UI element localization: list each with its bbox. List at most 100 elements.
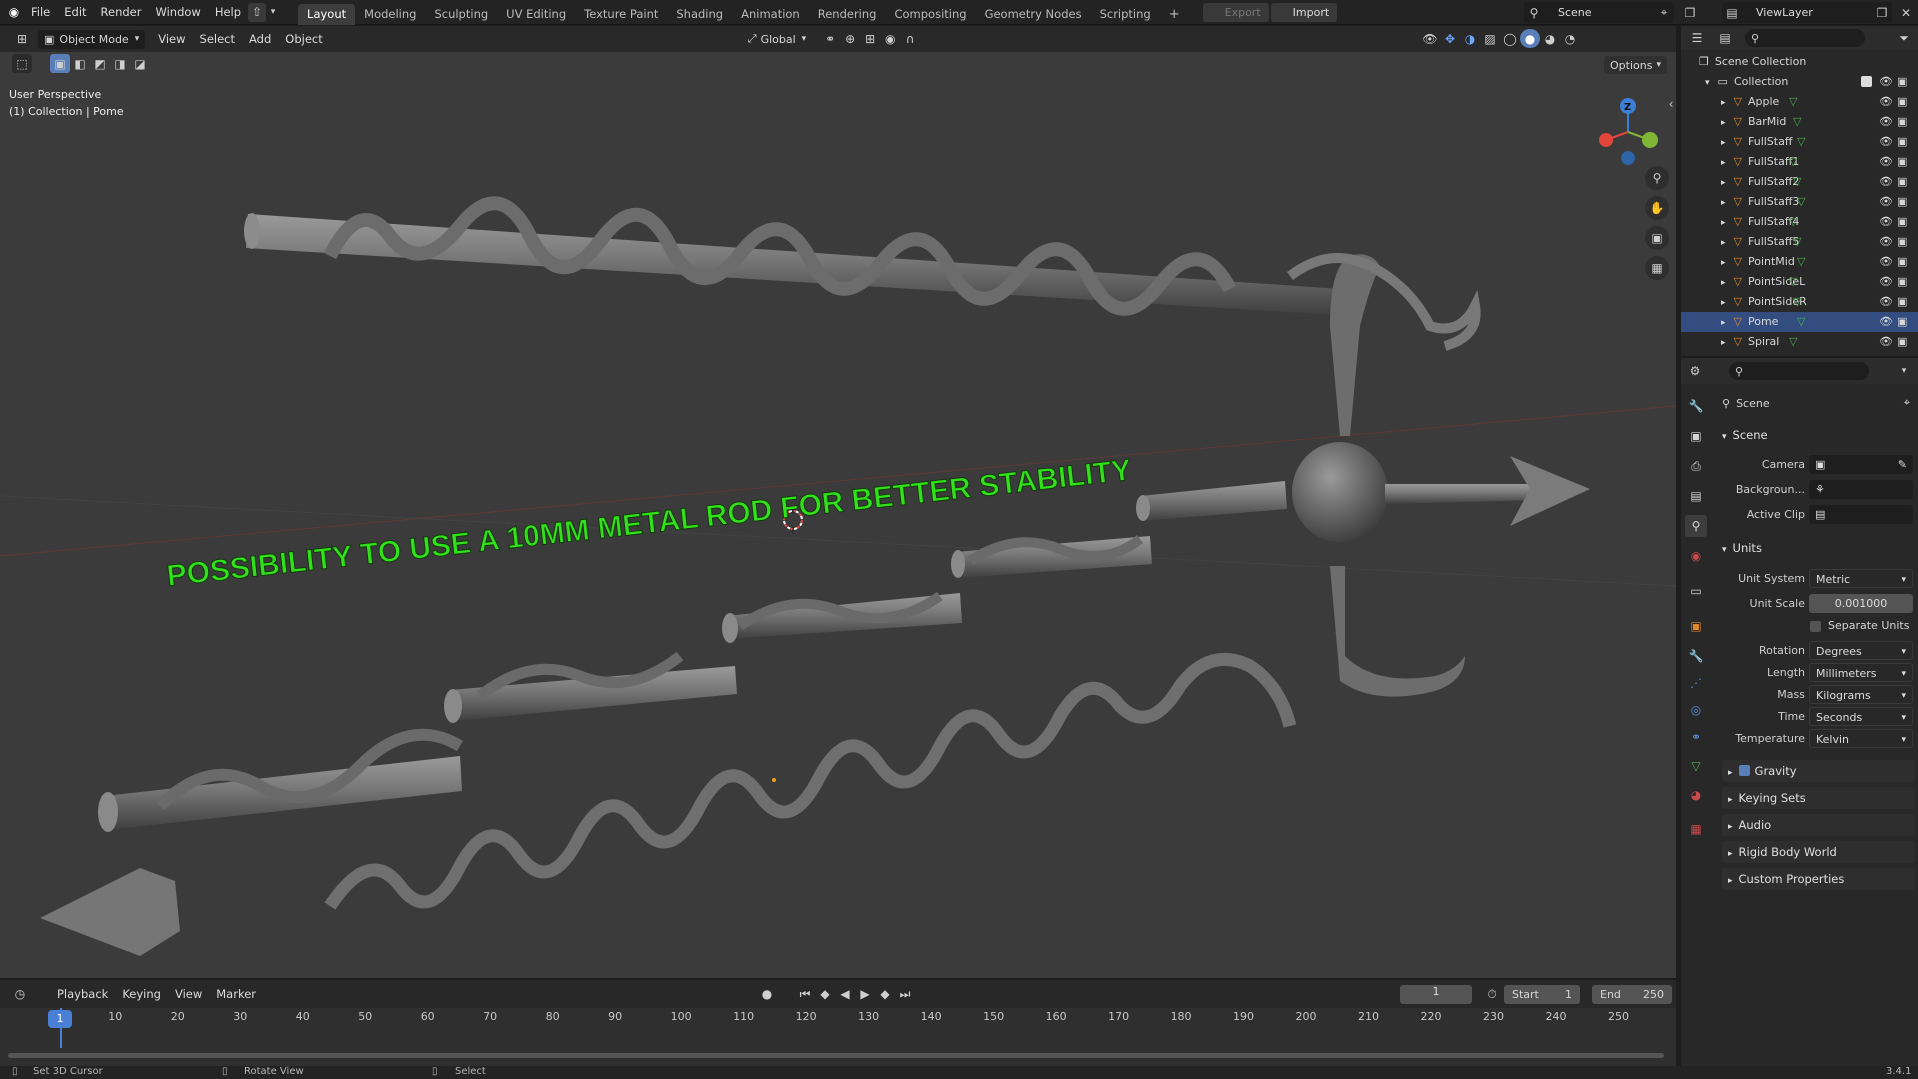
tab-modeling[interactable]: Modeling bbox=[355, 4, 425, 25]
outliner-item-fullstaff2[interactable]: ▸ ▽ FullStaff2 ▽ 👁 ▣ bbox=[1681, 172, 1918, 192]
expand-icon[interactable]: ▸ bbox=[1721, 198, 1726, 208]
solid-shading-icon[interactable]: ● bbox=[1520, 29, 1540, 48]
separate-units-checkbox[interactable] bbox=[1810, 621, 1821, 632]
close-viewlayer-icon[interactable]: ✕ bbox=[1896, 3, 1916, 22]
menu-help[interactable]: Help bbox=[208, 0, 248, 25]
viewport-menu-select[interactable]: Select bbox=[193, 27, 242, 52]
eye-icon[interactable]: 👁 bbox=[1879, 112, 1893, 132]
gravity-checkbox[interactable] bbox=[1738, 765, 1750, 776]
pin-icon[interactable]: ⌖ bbox=[1904, 396, 1910, 410]
snap-target-icon[interactable]: ⊞ bbox=[860, 30, 880, 49]
texture-tab-icon[interactable]: ▦ bbox=[1685, 818, 1707, 840]
expand-icon[interactable]: ▸ bbox=[1721, 338, 1726, 348]
rigid-body-world-section-header[interactable]: ▸ Rigid Body World bbox=[1722, 841, 1915, 863]
falloff-icon[interactable]: ∩ bbox=[900, 30, 920, 49]
timeline-menu-keying[interactable]: Keying bbox=[115, 982, 168, 1007]
display-mode-icon[interactable]: ▤ bbox=[1715, 29, 1735, 48]
tab-rendering[interactable]: Rendering bbox=[809, 4, 886, 25]
eyedropper-icon[interactable]: ✎ bbox=[1898, 455, 1907, 475]
mesh-data-icon[interactable]: ▽ bbox=[1789, 92, 1797, 112]
pin-icon[interactable]: ⌖ bbox=[1654, 3, 1674, 22]
camera-icon[interactable]: ▣ bbox=[1897, 312, 1907, 332]
timeline-editor-icon[interactable]: ◷ bbox=[10, 985, 30, 1004]
camera-icon[interactable]: ▣ bbox=[1897, 152, 1907, 172]
overlay-toggle-icon[interactable]: ◑ bbox=[1460, 29, 1480, 48]
units-section-header[interactable]: ▾ Units bbox=[1722, 537, 1915, 559]
playhead-frame-badge[interactable]: 1 bbox=[48, 1010, 72, 1028]
rendered-shading-icon[interactable]: ◔ bbox=[1560, 29, 1580, 48]
mesh-data-icon[interactable]: ▽ bbox=[1793, 172, 1801, 192]
mesh-data-icon[interactable]: ▽ bbox=[1789, 212, 1797, 232]
point-mesh[interactable] bbox=[40, 868, 180, 956]
properties-editor-icon[interactable]: ⚙ bbox=[1685, 362, 1705, 381]
rotation-select[interactable]: Degrees ▾ bbox=[1809, 641, 1913, 660]
select-tool-icon[interactable]: ⬚ bbox=[12, 54, 32, 73]
outliner-editor-icon[interactable]: ☰ bbox=[1687, 29, 1707, 48]
import-button[interactable]: Import bbox=[1270, 2, 1338, 22]
transform-orientation[interactable]: ⤢ Global ▾ bbox=[748, 32, 806, 46]
navigation-gizmo[interactable]: Z bbox=[1590, 86, 1670, 176]
expand-icon[interactable]: ▸ bbox=[1721, 98, 1726, 108]
outliner-item-fullstaff[interactable]: ▸ ▽ FullStaff ▽ 👁 ▣ bbox=[1681, 132, 1918, 152]
expand-icon[interactable]: ▸ bbox=[1721, 178, 1726, 188]
mesh-data-icon[interactable]: ▽ bbox=[1789, 332, 1797, 352]
world-tab-icon[interactable]: ◉ bbox=[1685, 545, 1707, 567]
active-clip-field[interactable]: ▤ bbox=[1809, 505, 1913, 524]
filter-icon[interactable]: ⏷ bbox=[1894, 29, 1914, 48]
unit-scale-input[interactable]: 0.001000 bbox=[1809, 594, 1913, 613]
pivot-icon[interactable]: ⚭ bbox=[820, 30, 840, 49]
current-frame-input[interactable]: 1 bbox=[1400, 985, 1472, 1004]
jump-start-icon[interactable]: ⏮ bbox=[795, 985, 815, 1004]
menu-window[interactable]: Window bbox=[148, 0, 207, 25]
new-scene-icon[interactable]: ❐ bbox=[1680, 3, 1700, 22]
expand-icon[interactable]: ▸ bbox=[1721, 158, 1726, 168]
proportional-edit-icon[interactable]: ◉ bbox=[880, 30, 900, 49]
eye-icon[interactable]: 👁 bbox=[1879, 312, 1893, 332]
camera-view-icon[interactable]: ▣ bbox=[1645, 226, 1669, 250]
mesh-data-icon[interactable]: ▽ bbox=[1793, 292, 1801, 312]
menu-file[interactable]: File bbox=[24, 0, 57, 25]
eye-icon[interactable]: 👁 bbox=[1879, 92, 1893, 112]
tab-texture-paint[interactable]: Texture Paint bbox=[575, 4, 667, 25]
camera-icon[interactable]: ▣ bbox=[1897, 72, 1907, 92]
outliner-item-fullstaff5[interactable]: ▸ ▽ FullStaff5 ▽ 👁 ▣ bbox=[1681, 232, 1918, 252]
select-subtract-icon[interactable]: ◩ bbox=[90, 54, 110, 73]
viewport-menu-view[interactable]: View bbox=[151, 27, 192, 52]
eye-icon[interactable]: 👁 bbox=[1879, 232, 1893, 252]
scene-selector[interactable]: ⚲ Scene ⌖ bbox=[1524, 2, 1674, 23]
tab-animation[interactable]: Animation bbox=[732, 4, 809, 25]
menu-render[interactable]: Render bbox=[94, 0, 149, 25]
eye-icon[interactable]: 👁 bbox=[1879, 332, 1893, 352]
mode-selector[interactable]: ▣ Object Mode ▾ bbox=[38, 29, 146, 49]
audio-section-header[interactable]: ▸ Audio bbox=[1722, 814, 1915, 836]
mesh-data-icon[interactable]: ▽ bbox=[1789, 152, 1797, 172]
length-select[interactable]: Millimeters ▾ bbox=[1809, 663, 1913, 682]
chevron-down-icon[interactable]: ▾ bbox=[1894, 362, 1914, 381]
stopwatch-icon[interactable]: ⏱ bbox=[1482, 985, 1502, 1004]
viewlayer-selector[interactable]: ▤ ViewLayer ❐ bbox=[1722, 2, 1892, 23]
expand-icon[interactable]: ▸ bbox=[1721, 118, 1726, 128]
xray-icon[interactable]: ▨ bbox=[1480, 29, 1500, 48]
tab-scripting[interactable]: Scripting bbox=[1091, 4, 1160, 25]
material-tab-icon[interactable]: ◕ bbox=[1685, 784, 1707, 806]
properties-search-input[interactable]: ⚲ bbox=[1729, 362, 1869, 380]
tab-geometry-nodes[interactable]: Geometry Nodes bbox=[976, 4, 1091, 25]
mesh-data-icon[interactable]: ▽ bbox=[1793, 232, 1801, 252]
3d-viewport[interactable]: POSSIBILITY TO USE A 10MM METAL ROD FOR … bbox=[0, 26, 1676, 978]
tool-tab-icon[interactable]: 🔧 bbox=[1685, 395, 1707, 417]
keying-sets-section-header[interactable]: ▸ Keying Sets bbox=[1722, 787, 1915, 809]
new-viewlayer-icon[interactable]: ❐ bbox=[1872, 3, 1892, 22]
play-reverse-icon[interactable]: ◀ bbox=[835, 985, 855, 1004]
outliner-item-pointsidel[interactable]: ▸ ▽ PointSideL ▽ 👁 ▣ bbox=[1681, 272, 1918, 292]
tab-sculpting[interactable]: Sculpting bbox=[425, 4, 497, 25]
tab-compositing[interactable]: Compositing bbox=[885, 4, 975, 25]
camera-icon[interactable]: ▣ bbox=[1897, 92, 1907, 112]
select-new-icon[interactable]: ▣ bbox=[50, 54, 70, 73]
editor-type-icon[interactable]: ⊞ bbox=[12, 30, 32, 49]
sidebar-toggle-icon[interactable]: ‹ bbox=[1666, 94, 1676, 113]
jump-end-icon[interactable]: ⏭ bbox=[895, 985, 915, 1004]
upload-icon[interactable]: ⇧ bbox=[248, 2, 267, 22]
mesh-data-icon[interactable]: ▽ bbox=[1789, 272, 1797, 292]
tab-layout[interactable]: Layout bbox=[298, 3, 356, 25]
mesh-data-icon[interactable]: ▽ bbox=[1793, 112, 1801, 132]
